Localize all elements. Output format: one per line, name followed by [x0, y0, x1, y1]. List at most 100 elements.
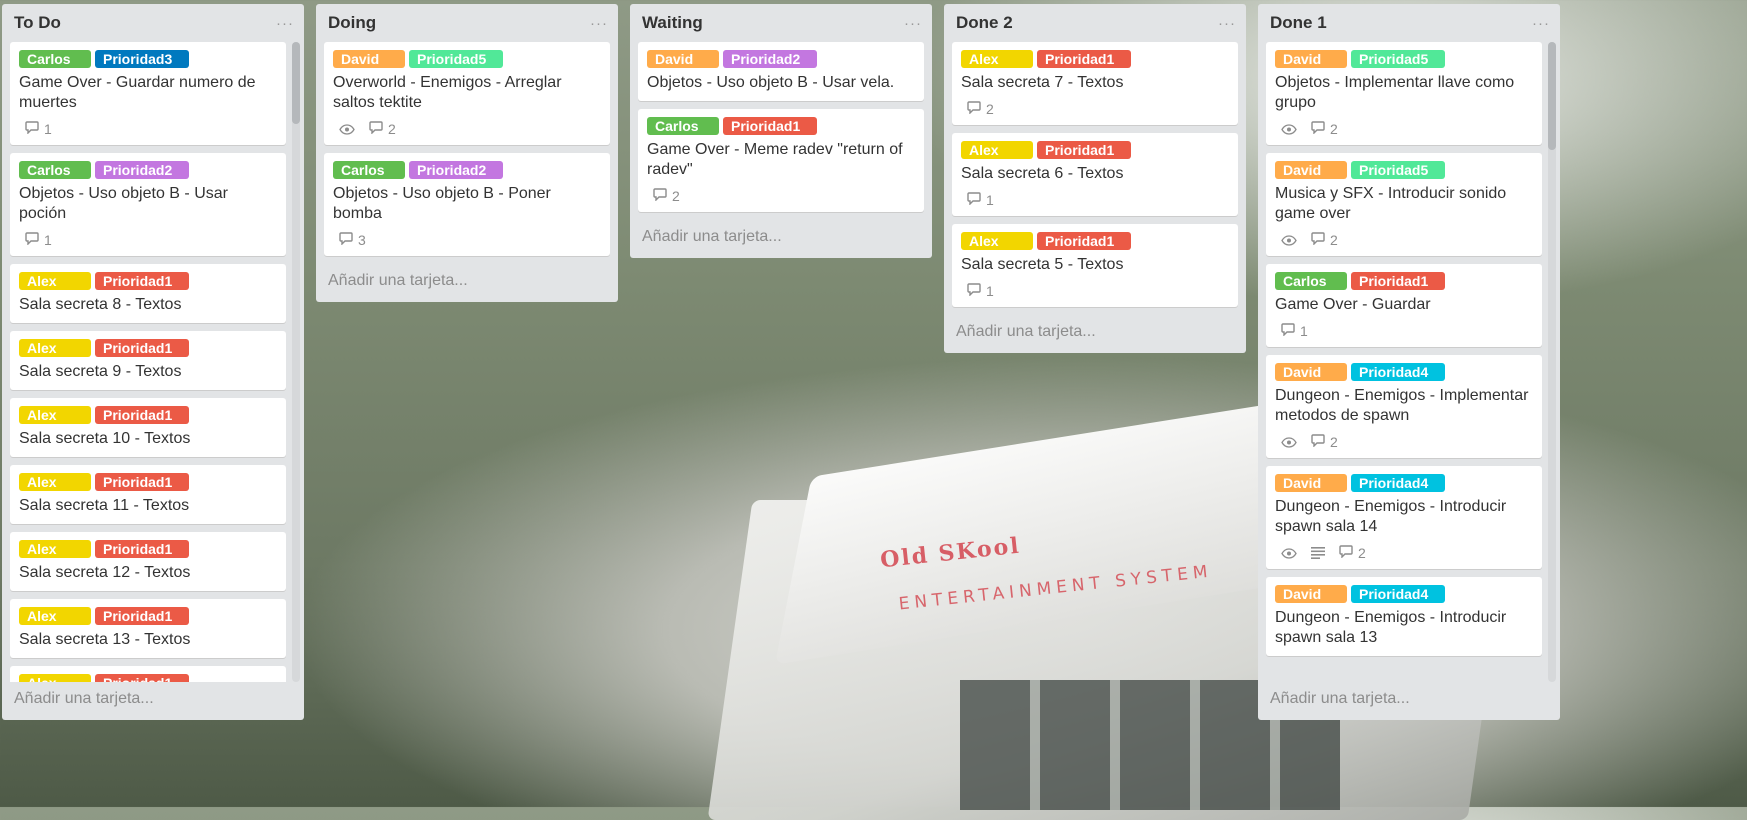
comment-icon [1339, 545, 1353, 561]
add-card-button[interactable]: Añadir una tarjeta... [316, 264, 618, 294]
priority-label: Prioridad4 [1351, 363, 1445, 381]
card[interactable]: Carlos Prioridad2 Objetos - Uso objeto B -… [324, 153, 610, 256]
card[interactable]: Alex Prioridad1 Sala secreta 12 - Textos [10, 532, 286, 591]
card[interactable]: David Prioridad4 Dungeon - Enemigos - Impl… [1266, 355, 1542, 458]
comment-count-value: 1 [44, 121, 52, 137]
card-title: Sala secreta 9 - Textos [19, 363, 182, 380]
card-list: David Prioridad5 Objetos - Implementar lla… [1258, 42, 1560, 656]
assignee-label: Alex [961, 141, 1033, 159]
card[interactable]: David Prioridad5 Musica y SFX - Introducir… [1266, 153, 1542, 256]
add-card-button[interactable]: Añadir una tarjeta... [630, 220, 932, 250]
list-done-2: Done 2 ··· Alex Prioridad1 Sala secreta 7 … [944, 4, 1246, 353]
add-card-button[interactable]: Añadir una tarjeta... [944, 315, 1246, 345]
card-title: Dungeon - Enemigos - Implementar metodos… [1275, 387, 1529, 424]
list-title[interactable]: To Do [14, 13, 61, 33]
card-title: Game Over - Guardar [1275, 296, 1431, 313]
comment-count-value: 3 [358, 232, 366, 248]
card[interactable]: David Prioridad5 Overworld - Enemigos - Ar… [324, 42, 610, 145]
ellipsis-icon[interactable]: ··· [904, 15, 922, 32]
comment-count-value: 1 [986, 283, 994, 299]
card-title: Musica y SFX - Introducir sonido game ov… [1275, 185, 1507, 222]
card-labels: Carlos Prioridad2 [333, 161, 601, 179]
card-title: Sala secreta 11 - Textos [19, 497, 190, 514]
card[interactable]: Carlos Prioridad2 Objetos - Uso objeto B -… [10, 153, 286, 256]
add-card-button[interactable]: Añadir una tarjeta... [1258, 682, 1560, 712]
list-waiting: Waiting ··· David Prioridad2 Objetos - Uso… [630, 4, 932, 258]
scrollbar[interactable] [292, 42, 300, 682]
card-badges: 1 [19, 121, 277, 137]
priority-label: Prioridad2 [409, 161, 503, 179]
card-badges: 2 [961, 101, 1229, 117]
card[interactable]: Alex Prioridad1 Sala secreta 9 - Textos [10, 331, 286, 390]
comment-count-value: 2 [1330, 232, 1338, 248]
card[interactable]: Carlos Prioridad1 Game Over - Guardar 1 [1266, 264, 1542, 347]
card-labels: David Prioridad4 [1275, 363, 1533, 381]
add-card-button[interactable]: Añadir una tarjeta... [2, 682, 304, 712]
card[interactable]: Alex Prioridad1 Sala secreta 7 - Textos 2 [952, 42, 1238, 125]
scrollbar-thumb[interactable] [292, 42, 300, 124]
card-title: Sala secreta 6 - Textos [961, 165, 1124, 182]
card-title: Overworld - Enemigos - Arreglar saltos t… [333, 74, 562, 111]
card-title: Sala secreta 13 - Textos [19, 631, 191, 648]
card[interactable]: David Prioridad4 Dungeon - Enemigos - Intr… [1266, 577, 1542, 656]
card-labels: Carlos Prioridad2 [19, 161, 277, 179]
card-labels: AlexPrioridad1 [19, 674, 277, 682]
priority-label: Prioridad1 [95, 607, 189, 625]
priority-label: Prioridad1 [95, 406, 189, 424]
list-title[interactable]: Waiting [642, 13, 703, 33]
comment-count: 3 [339, 232, 366, 248]
assignee-label: Alex [961, 232, 1033, 250]
card[interactable]: Alex Prioridad1 Sala secreta 11 - Textos [10, 465, 286, 524]
card-title: Sala secreta 5 - Textos [961, 256, 1124, 273]
assignee-label: Alex [19, 339, 91, 357]
priority-label: Prioridad1 [95, 272, 189, 290]
card-title: Dungeon - Enemigos - Introducir spawn sa… [1275, 498, 1507, 535]
card-badges: 2 [647, 188, 915, 204]
card[interactable]: Alex Prioridad1 Sala secreta 8 - Textos [10, 264, 286, 323]
comment-icon [1311, 232, 1325, 248]
card-labels: AlexPrioridad1 [961, 50, 1229, 68]
list-header: Doing ··· [316, 4, 618, 42]
ellipsis-icon[interactable]: ··· [1532, 15, 1550, 32]
ellipsis-icon[interactable]: ··· [590, 15, 608, 32]
comment-icon [967, 101, 981, 117]
card[interactable]: David Prioridad2 Objetos - Uso objeto B - … [638, 42, 924, 101]
list-title[interactable]: Done 1 [1270, 13, 1327, 33]
card[interactable]: Carlos Prioridad3 Game Over - Guardar nume… [10, 42, 286, 145]
card[interactable]: Carlos Prioridad1 Game Over - Meme radev "… [638, 109, 924, 212]
priority-label: Prioridad1 [95, 473, 189, 491]
card-title: Game Over - Guardar numero de muertes [19, 74, 256, 111]
card[interactable]: Alex Prioridad1 Sala secreta 10 - Textos [10, 398, 286, 457]
scrollbar-thumb[interactable] [1548, 42, 1556, 150]
comment-icon [1311, 434, 1325, 450]
comment-count-value: 2 [986, 101, 994, 117]
card[interactable]: Alex Prioridad1 Sala secreta 13 - Textos [10, 599, 286, 658]
card-title: Dungeon - Enemigos - Introducir spawn sa… [1275, 609, 1507, 646]
card[interactable]: Alex Prioridad1 Sala secreta 6 - Textos 1 [952, 133, 1238, 216]
card-list: David Prioridad2 Objetos - Uso objeto B - … [630, 42, 932, 212]
card-title: Objetos - Uso objeto B - Poner bomba [333, 185, 551, 222]
ellipsis-icon[interactable]: ··· [276, 15, 294, 32]
card[interactable]: Alex Prioridad1 Sala secreta 5 - Textos 1 [952, 224, 1238, 307]
card-badges: 1 [961, 192, 1229, 208]
card-badges: 1 [19, 232, 277, 248]
list-title[interactable]: Done 2 [956, 13, 1013, 33]
list-title[interactable]: Doing [328, 13, 376, 33]
card-badges: 2 [1275, 434, 1533, 450]
comment-count: 2 [1311, 434, 1338, 450]
card-labels: David Prioridad5 [1275, 161, 1533, 179]
scrollbar[interactable] [1548, 42, 1556, 682]
card[interactable]: David Prioridad5 Objetos - Implementar lla… [1266, 42, 1542, 145]
card[interactable]: Alex Prioridad1 [10, 666, 286, 682]
card[interactable]: David Prioridad4 Dungeon - Enemigos - Intr… [1266, 466, 1542, 569]
card-labels: AlexPrioridad1 [961, 141, 1229, 159]
card-title: Sala secreta 10 - Textos [19, 430, 191, 447]
priority-label: Prioridad4 [1351, 585, 1445, 603]
card-labels: David Prioridad5 [1275, 50, 1533, 68]
card-badges: 1 [1275, 323, 1533, 339]
comment-count: 2 [1339, 545, 1366, 561]
ellipsis-icon[interactable]: ··· [1218, 15, 1236, 32]
comment-count: 2 [369, 121, 396, 137]
card-title: Objetos - Uso objeto B - Usar poción [19, 185, 228, 222]
comment-count: 1 [25, 121, 52, 137]
